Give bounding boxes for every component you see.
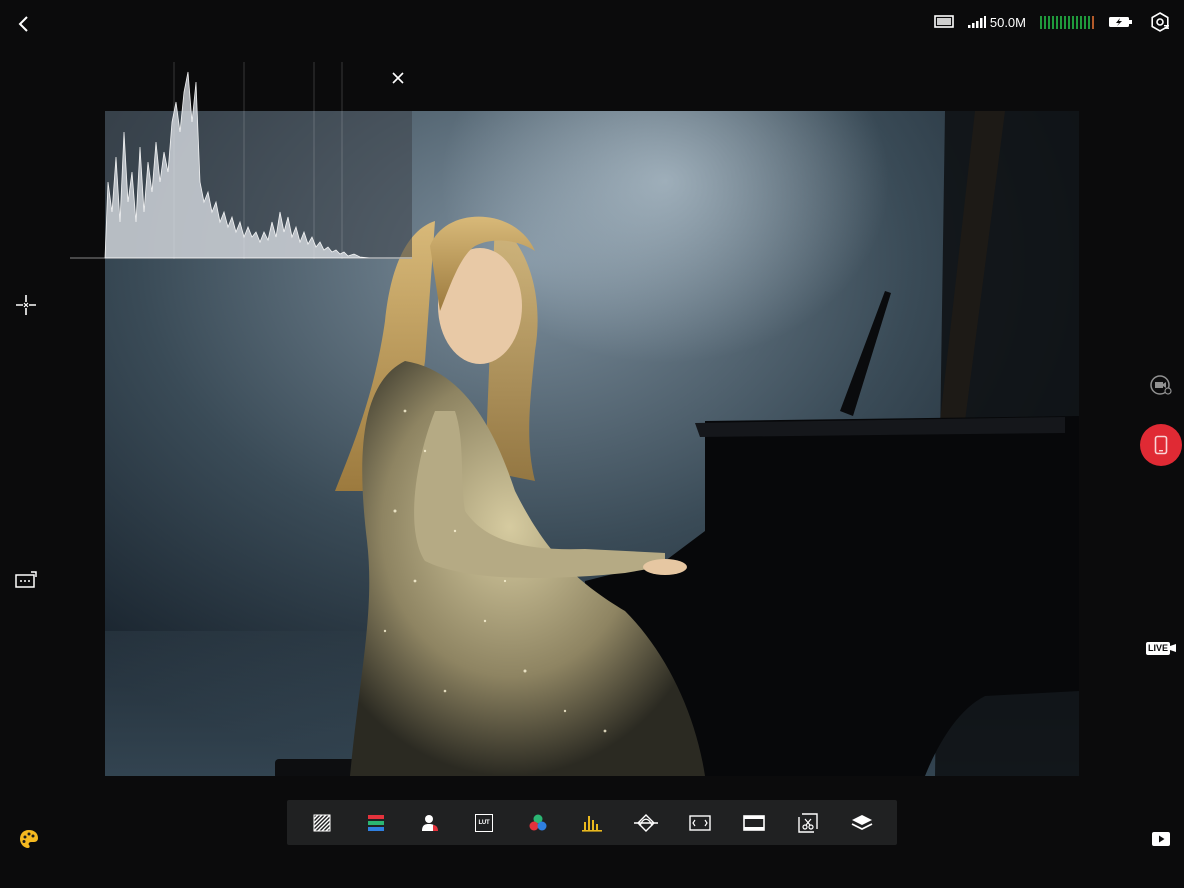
audio-level-icon <box>1040 15 1094 29</box>
camera-switch-icon <box>1150 375 1172 395</box>
frame-guide-icon <box>15 571 37 588</box>
storage-text: 50.0M <box>989 14 1026 30</box>
layers-icon <box>851 814 873 830</box>
waveform-icon <box>582 815 602 832</box>
camera-switch-button[interactable] <box>1145 369 1177 401</box>
histogram-overlay <box>70 62 412 259</box>
frame-guide-button[interactable] <box>10 564 42 596</box>
skin-tone-icon <box>422 814 438 831</box>
settings-icon <box>1151 12 1169 32</box>
palette-icon <box>20 830 38 848</box>
signal-icon <box>967 16 986 28</box>
live-icon: LIVE <box>1145 641 1176 655</box>
back-icon <box>18 16 28 32</box>
vectorscope-tool[interactable] <box>628 805 664 841</box>
layers-tool[interactable] <box>844 805 880 841</box>
palette-button[interactable] <box>13 823 45 855</box>
aspect-frame-tool[interactable] <box>682 805 718 841</box>
live-button[interactable]: LIVE <box>1145 632 1177 664</box>
false-color-icon <box>368 814 384 831</box>
focus-crosshair-icon <box>16 295 36 315</box>
anamorphic-icon <box>743 814 765 831</box>
settings-button[interactable] <box>1148 10 1172 34</box>
close-icon <box>392 72 404 84</box>
zebra-icon <box>313 814 331 831</box>
anamorphic-tool[interactable] <box>736 805 772 841</box>
false-color-tool[interactable] <box>358 805 394 841</box>
record-phone-icon <box>1154 435 1168 455</box>
histogram-close-button[interactable] <box>386 66 410 90</box>
playback-icon <box>1152 832 1170 846</box>
record-button[interactable] <box>1140 424 1182 466</box>
waveform-tool[interactable] <box>574 805 610 841</box>
lut-tool[interactable]: LUT <box>466 805 502 841</box>
lut-icon: LUT <box>475 813 493 832</box>
status-bar: 50.0M <box>934 8 1172 36</box>
vectorscope-icon <box>634 813 658 832</box>
battery-charging-icon <box>1109 17 1132 27</box>
playback-button[interactable] <box>1145 823 1177 855</box>
zebra-tool[interactable] <box>304 805 340 841</box>
tool-bar: LUT <box>287 800 897 845</box>
rgb-icon <box>529 814 547 830</box>
focus-button[interactable] <box>10 289 42 321</box>
rgb-parade-tool[interactable] <box>520 805 556 841</box>
aspect-icon <box>689 814 711 831</box>
live-label: LIVE <box>1145 641 1170 655</box>
display-icon <box>934 15 954 28</box>
storage-indicator: 50.0M <box>967 14 1026 30</box>
lut-label: LUT <box>478 819 490 826</box>
frame-compare-tool[interactable] <box>790 805 826 841</box>
histogram-graph <box>70 62 412 259</box>
back-button[interactable] <box>8 8 40 40</box>
skin-tone-tool[interactable] <box>412 805 448 841</box>
compare-icon <box>798 812 818 833</box>
